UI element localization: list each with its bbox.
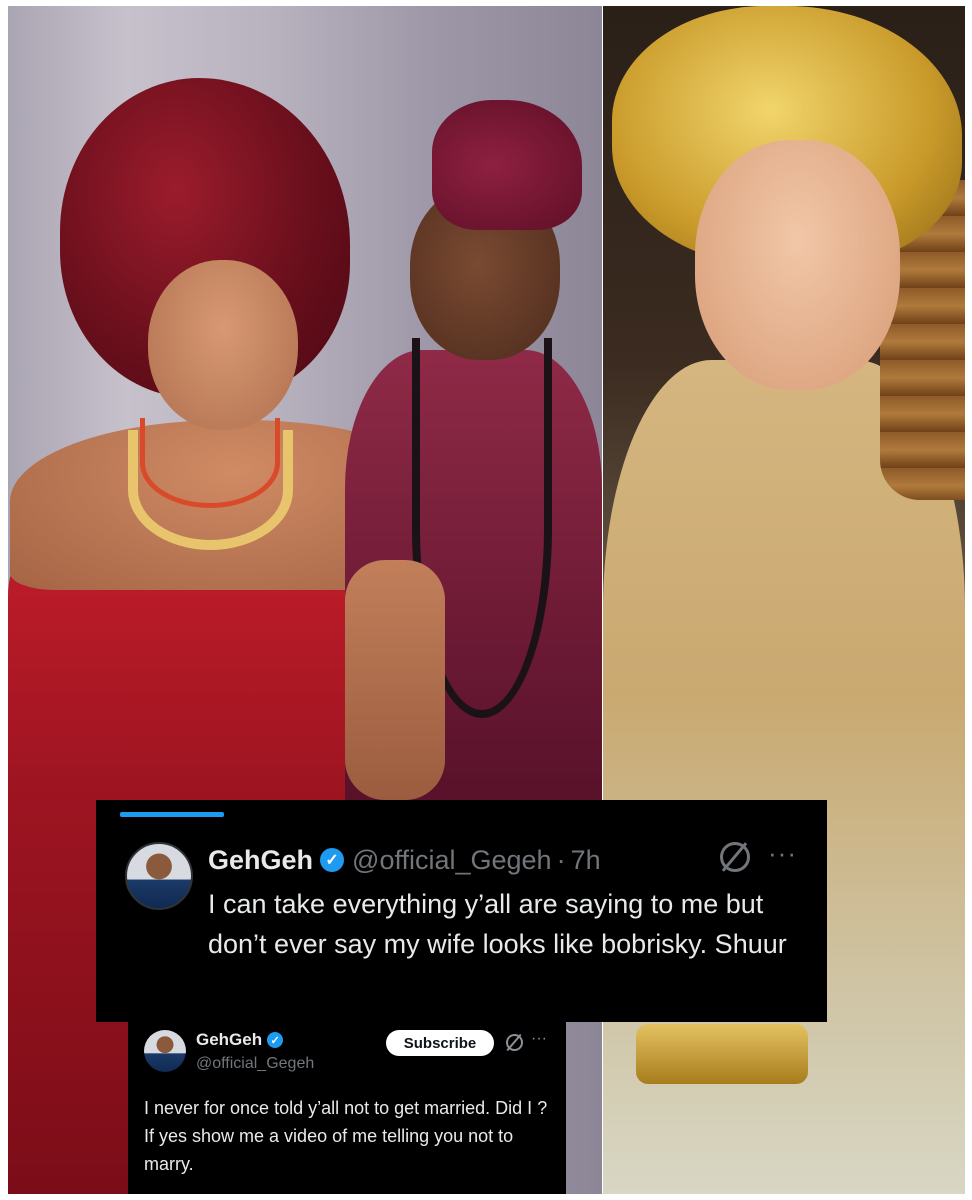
verified-badge-icon: ✓ xyxy=(320,848,345,872)
more-options-icon[interactable]: ··· xyxy=(768,838,797,869)
tweet-accent-bar xyxy=(120,812,224,817)
tweet-card-main: GehGeh ✓ @official_Gegeh · 7h ··· I can … xyxy=(96,800,827,1022)
tweet-header: GehGeh ✓ @official_Gegeh · 7h xyxy=(208,840,807,880)
display-name[interactable]: GehGeh xyxy=(208,845,313,876)
portrait-face xyxy=(695,140,900,390)
tweet-card-secondary: GehGeh ✓ @official_Gegeh Subscribe ··· I… xyxy=(128,1022,566,1194)
timestamp[interactable]: 7h xyxy=(571,845,601,876)
tweet-text: I never for once told y’all not to get m… xyxy=(144,1098,548,1174)
groom-cap xyxy=(432,100,582,230)
verified-badge-icon: ✓ xyxy=(267,1032,284,1048)
display-name[interactable]: GehGeh xyxy=(196,1030,262,1050)
tweet-header: GehGeh ✓ xyxy=(196,1030,284,1050)
portrait-trophy xyxy=(636,1024,808,1084)
user-handle[interactable]: @official_Gegeh xyxy=(196,1055,314,1073)
bride-gold-necklace xyxy=(128,430,293,550)
grok-icon[interactable] xyxy=(506,1034,523,1051)
avatar[interactable] xyxy=(144,1030,186,1072)
bride-face xyxy=(148,260,298,430)
user-handle[interactable]: @official_Gegeh xyxy=(352,845,552,876)
bride-arm xyxy=(345,560,445,800)
separator-dot: · xyxy=(556,844,566,875)
subscribe-button[interactable]: Subscribe xyxy=(386,1030,494,1056)
tweet-text: I can take everything y’all are saying t… xyxy=(208,889,787,959)
more-options-icon[interactable]: ··· xyxy=(531,1030,547,1048)
grok-icon[interactable] xyxy=(720,842,750,872)
avatar[interactable] xyxy=(125,842,193,910)
